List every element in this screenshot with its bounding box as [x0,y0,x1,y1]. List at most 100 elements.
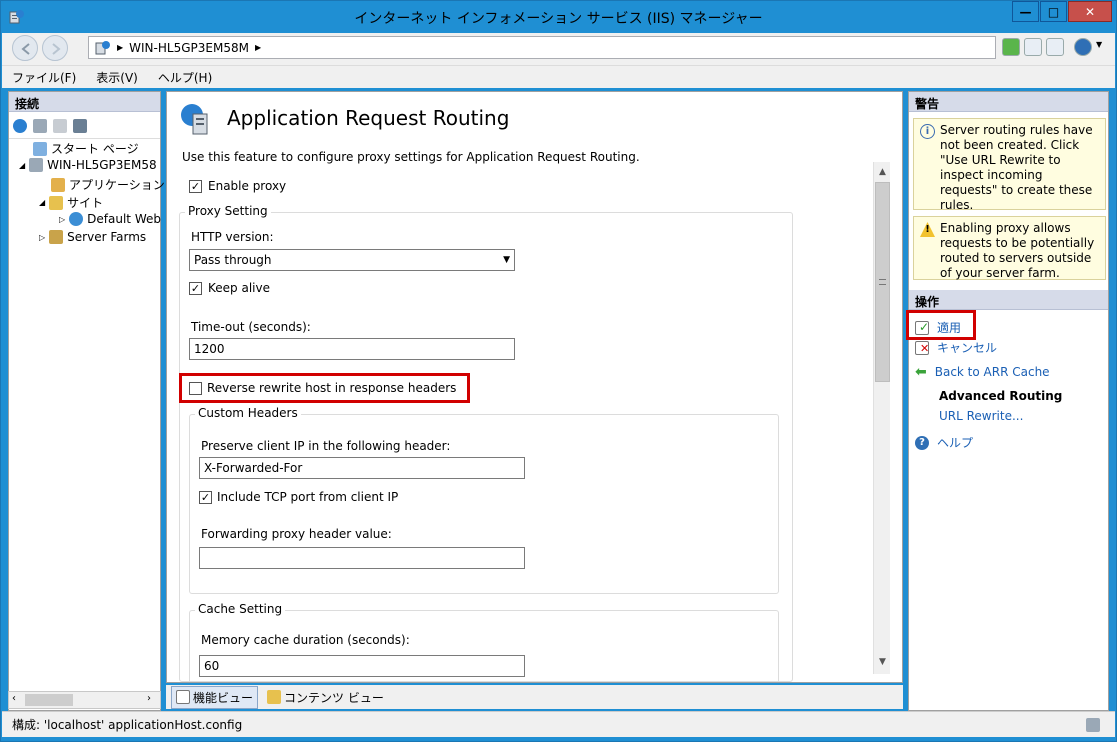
back-arrow-icon: ⬅ [915,364,927,380]
feature-scrollbar[interactable]: ▲ ▼ [873,162,890,674]
help-icon[interactable] [1074,38,1092,56]
connections-panel: 接続 スタート ページ ◢ WIN-HL5GP3EM58 アプリケーション プー… [8,91,193,711]
actions-panel: 警告 i Server routing rules have not been … [906,91,1109,711]
address-path: WIN-HL5GP3EM58M [129,40,249,55]
tab-content-view[interactable]: コンテンツ ビュー [262,686,389,709]
app-pool-icon [51,177,65,192]
disconnect-icon[interactable] [73,118,87,133]
collapse-icon[interactable]: ▷ [59,215,65,224]
cache-setting-legend: Cache Setting [195,602,286,616]
include-tcp-checkbox[interactable]: ✓ [199,491,212,504]
iis-manager-window: インターネット インフォメーション サービス (IIS) マネージャー — □ … [0,0,1117,742]
connect-icon[interactable] [13,118,27,133]
title-bar: インターネット インフォメーション サービス (IIS) マネージャー — □ … [1,1,1116,33]
back-link[interactable]: Back to ARR Cache [935,365,1050,379]
close-button[interactable]: ✕ [1068,1,1112,22]
proxy-setting-legend: Proxy Setting [185,204,271,218]
hscroll-thumb[interactable] [25,694,73,706]
help-action[interactable]: ? ヘルプ [915,434,973,451]
enable-proxy-checkbox[interactable]: ✓ [189,180,202,193]
alert-routing-rules: i Server routing rules have not been cre… [913,118,1106,212]
expand-icon[interactable]: ◢ [19,161,25,170]
menu-help[interactable]: ヘルプ(H) [148,69,222,86]
tree-item-label: Server Farms [67,230,147,244]
tree-item-sites[interactable]: ◢ サイト [39,194,103,211]
expand-icon[interactable]: ◢ [39,198,45,207]
menu-file[interactable]: ファイル(F) [2,69,86,86]
tree-item-default-web[interactable]: ▷ Default Web [59,212,161,226]
up-icon[interactable] [53,118,67,133]
scroll-up-icon[interactable]: ▲ [874,164,891,181]
tree-item-label: WIN-HL5GP3EM58 [47,158,157,172]
chevron-right-icon[interactable]: ▶ [255,43,261,52]
cancel-action[interactable]: ✕ キャンセル [915,339,997,356]
home-icon[interactable] [1046,38,1064,56]
scroll-thumb[interactable] [875,182,890,382]
view-tabs: 機能ビュー コンテンツ ビュー [166,685,903,709]
tree-item-label: Default Web [87,212,161,226]
scroll-down-icon[interactable]: ▼ [874,654,891,671]
chevron-down-icon[interactable]: ▼ [1096,40,1102,49]
http-version-select[interactable]: Pass through ▼ [189,249,515,271]
menu-view[interactable]: 表示(V) [86,69,148,86]
address-box[interactable]: ▶ WIN-HL5GP3EM58M ▶ [88,36,996,59]
stop-icon[interactable] [1024,38,1042,56]
refresh-icon[interactable] [1002,38,1020,56]
tree-item-server[interactable]: ◢ WIN-HL5GP3EM58 [19,158,157,172]
forward-button[interactable] [42,35,68,61]
scroll-right-icon[interactable]: › [147,693,151,704]
preserve-ip-input[interactable]: X-Forwarded-For [199,457,525,479]
tab-label: 機能ビュー [193,690,254,705]
chevron-down-icon: ▼ [503,255,510,265]
check-icon: ✓ [190,282,201,295]
menu-bar: ファイル(F) 表示(V) ヘルプ(H) [2,65,1115,88]
include-tcp-label: Include TCP port from client IP [217,490,399,504]
connections-hscrollbar[interactable]: ‹ › [8,691,161,709]
connection-status-icon [1086,718,1100,732]
feature-view-icon [176,690,190,704]
start-page-icon [33,141,47,156]
page-description: Use this feature to configure proxy sett… [182,150,640,164]
warning-icon: ! [920,222,935,237]
tree-item-label: サイト [67,196,104,210]
back-arrow-icon [21,43,30,55]
forward-arrow-icon [52,43,61,55]
minimize-button[interactable]: — [1012,1,1039,22]
tree-item-server-farms[interactable]: ▷ Server Farms [39,230,146,244]
arr-feature-icon [181,104,208,135]
help-link[interactable]: ヘルプ [937,434,973,451]
scroll-left-icon[interactable]: ‹ [12,693,16,704]
server-icon [95,40,110,54]
check-icon: ✓ [200,491,211,504]
grip-icon [879,279,886,285]
http-version-value: Pass through [194,253,272,267]
keep-alive-checkbox[interactable]: ✓ [189,282,202,295]
x-icon: ✕ [920,341,930,355]
check-icon: ✓ [190,180,201,193]
chevron-right-icon: ▶ [117,43,124,52]
globe-icon [69,212,84,226]
cancel-icon: ✕ [915,340,930,355]
tab-feature-view[interactable]: 機能ビュー [171,685,259,709]
timeout-input[interactable]: 1200 [189,338,515,360]
maximize-button[interactable]: □ [1040,1,1067,22]
connections-toolbar [9,113,160,139]
server-farms-icon [49,230,64,244]
tree-item-start-page[interactable]: スタート ページ [33,140,139,157]
tab-label: コンテンツ ビュー [284,690,384,705]
cancel-link[interactable]: キャンセル [937,339,997,356]
back-button[interactable] [12,35,38,61]
url-rewrite-link[interactable]: URL Rewrite... [939,409,1023,423]
memory-cache-label: Memory cache duration (seconds): [201,633,410,647]
info-icon: i [920,124,935,139]
save-icon[interactable] [33,118,47,133]
connections-title: 接続 [9,92,160,112]
enable-proxy-label: Enable proxy [208,179,287,193]
back-action[interactable]: ⬅ Back to ARR Cache [915,364,1050,380]
highlight-box-apply [906,310,976,340]
timeout-label: Time-out (seconds): [191,320,311,334]
collapse-icon[interactable]: ▷ [39,233,45,242]
forwarding-input[interactable] [199,547,525,569]
highlight-box-reverse-rewrite [179,373,470,403]
memory-cache-input[interactable]: 60 [199,655,525,677]
